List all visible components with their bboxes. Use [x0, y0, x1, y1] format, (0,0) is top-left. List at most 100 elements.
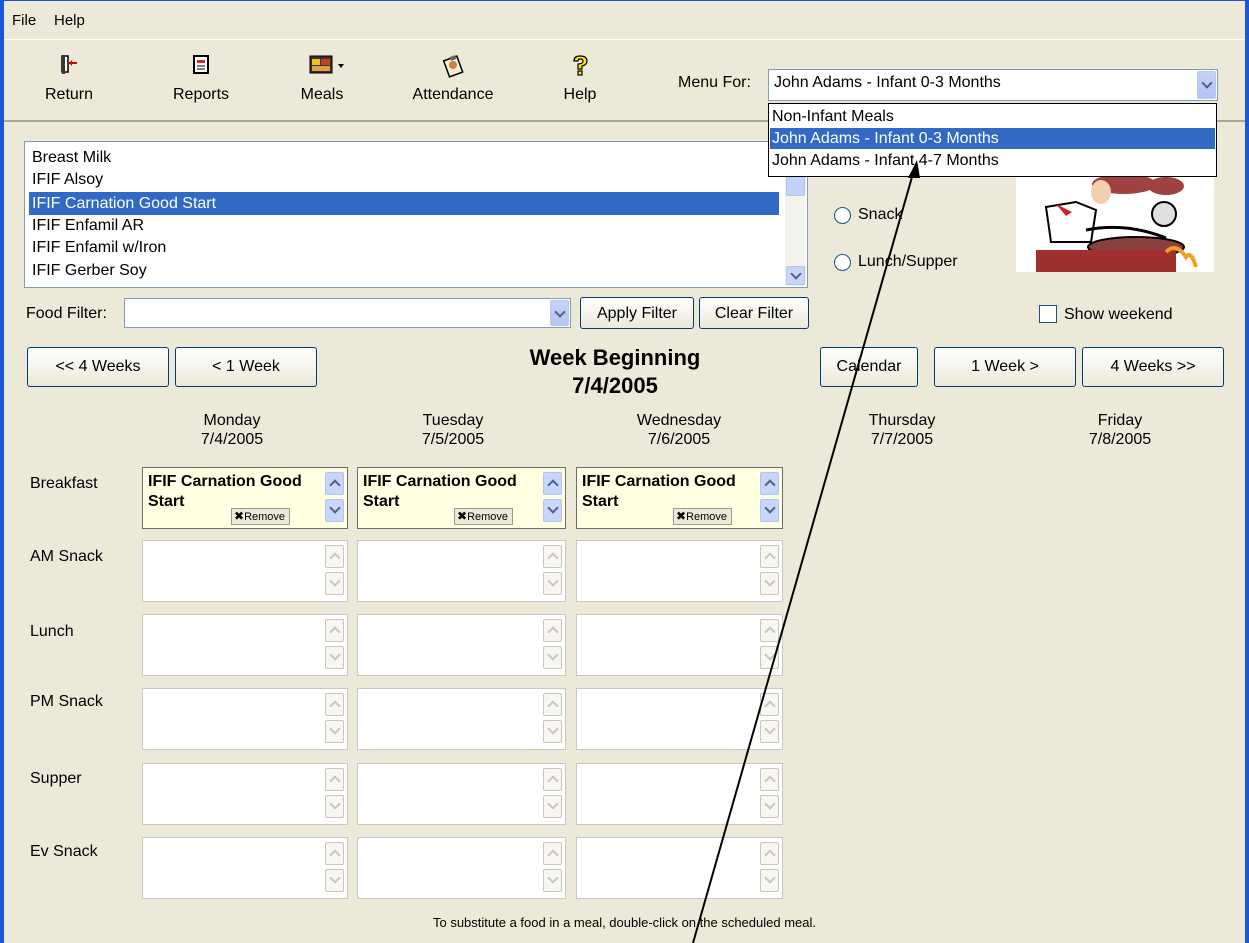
day-name: Monday [203, 412, 261, 429]
meals-button[interactable]: Meals [300, 54, 352, 104]
menu-help[interactable]: Help [54, 12, 85, 29]
chevron-down-icon[interactable] [543, 869, 562, 892]
meal-cell-lunch-mon[interactable] [142, 614, 348, 676]
chevron-down-icon[interactable] [760, 646, 779, 669]
menu-for-option[interactable]: Non-Infant Meals [770, 106, 1215, 127]
chevron-up-icon[interactable] [543, 619, 562, 642]
reports-button[interactable]: Reports [164, 54, 238, 104]
clear-filter-button[interactable]: Clear Filter [699, 297, 809, 329]
chevron-up-icon[interactable] [760, 768, 779, 791]
meal-cell-ev-snack-mon[interactable] [142, 837, 348, 899]
chevron-down-icon[interactable] [760, 869, 779, 892]
chevron-down-icon[interactable] [760, 499, 779, 522]
day-date: 7/4/2005 [200, 431, 264, 448]
radio-circle-icon[interactable] [834, 207, 851, 224]
list-item[interactable]: IFIF Gerber Soy [29, 259, 779, 282]
meal-cell-breakfast-tue[interactable]: IFIF Carnation Good Start ✖Remove [357, 467, 566, 529]
chevron-down-icon[interactable] [325, 646, 344, 669]
chevron-down-icon[interactable] [760, 572, 779, 595]
chevron-up-icon[interactable] [543, 472, 562, 495]
day-date: 7/8/2005 [1088, 431, 1152, 448]
chevron-up-icon[interactable] [543, 768, 562, 791]
chevron-down-icon[interactable] [325, 795, 344, 818]
chevron-down-icon[interactable] [325, 720, 344, 743]
chevron-up-icon[interactable] [760, 842, 779, 865]
day-date: 7/5/2005 [421, 431, 485, 448]
show-weekend-checkbox[interactable] [1039, 305, 1057, 323]
chevron-down-icon[interactable] [325, 869, 344, 892]
chevron-down-icon[interactable] [543, 795, 562, 818]
meal-cell-am-snack-wed[interactable] [576, 540, 783, 602]
calendar-button[interactable]: Calendar [820, 347, 918, 387]
menu-for-option[interactable]: John Adams - Infant 0-3 Months [770, 128, 1215, 149]
meal-cell-breakfast-wed[interactable]: IFIF Carnation Good Start ✖Remove [576, 467, 783, 529]
meal-cell-lunch-wed[interactable] [576, 614, 783, 676]
chevron-down-icon[interactable] [550, 300, 569, 326]
meal-cell-am-snack-mon[interactable] [142, 540, 348, 602]
list-item[interactable]: IFIF Enfamil AR [29, 214, 779, 237]
chevron-up-icon[interactable] [760, 693, 779, 716]
chevron-down-icon[interactable] [543, 720, 562, 743]
chevron-down-icon[interactable] [325, 572, 344, 595]
chevron-up-icon[interactable] [325, 472, 344, 495]
back-1-week-button[interactable]: < 1 Week [175, 347, 317, 387]
day-header-monday: Monday 7/4/2005 [132, 411, 332, 449]
back-4-weeks-button[interactable]: << 4 Weeks [27, 347, 169, 387]
chevron-up-icon[interactable] [325, 693, 344, 716]
return-button[interactable]: Return [42, 54, 96, 104]
meal-cell-ev-snack-tue[interactable] [357, 837, 566, 899]
list-item[interactable]: Breast Milk [29, 146, 779, 169]
food-list[interactable]: Breast Milk IFIF Alsoy IFIF Carnation Go… [24, 141, 808, 288]
forward-4-weeks-button[interactable]: 4 Weeks >> [1082, 347, 1224, 387]
chevron-up-icon[interactable] [325, 842, 344, 865]
chevron-up-icon[interactable] [543, 842, 562, 865]
menu-file[interactable]: File [12, 12, 36, 29]
chevron-up-icon[interactable] [760, 619, 779, 642]
chevron-up-icon[interactable] [325, 619, 344, 642]
apply-filter-button[interactable]: Apply Filter [580, 297, 694, 329]
menu-for-option[interactable]: John Adams - Infant 4-7 Months [770, 150, 1215, 171]
radio-snack[interactable]: Snack [834, 206, 974, 226]
chevron-down-icon[interactable] [543, 572, 562, 595]
meal-cell-supper-tue[interactable] [357, 763, 566, 825]
chevron-down-icon[interactable] [760, 795, 779, 818]
meal-cell-supper-wed[interactable] [576, 763, 783, 825]
scroll-down-icon[interactable] [786, 266, 805, 285]
attendance-button[interactable]: Attendance [398, 54, 508, 104]
chevron-up-icon[interactable] [543, 545, 562, 568]
meal-cell-am-snack-tue[interactable] [357, 540, 566, 602]
meal-cell-pm-snack-wed[interactable] [576, 688, 783, 750]
chevron-down-icon[interactable] [543, 499, 562, 522]
meal-cell-pm-snack-tue[interactable] [357, 688, 566, 750]
food-filter-combo[interactable] [124, 298, 571, 328]
meal-cell-breakfast-mon[interactable]: IFIF Carnation Good Start ✖Remove [142, 467, 348, 529]
radio-circle-icon[interactable] [834, 254, 851, 271]
radio-lunch-supper[interactable]: Lunch/Supper [834, 253, 994, 273]
remove-button[interactable]: ✖Remove [673, 508, 733, 525]
chevron-up-icon[interactable] [325, 545, 344, 568]
menu-for-select[interactable]: John Adams - Infant 0-3 Months [768, 69, 1218, 101]
chevron-down-icon[interactable] [325, 499, 344, 522]
remove-button[interactable]: ✖Remove [454, 508, 514, 525]
meal-cell-ev-snack-wed[interactable] [576, 837, 783, 899]
chevron-down-icon[interactable] [760, 720, 779, 743]
day-date: 7/7/2005 [870, 431, 934, 448]
close-icon: ✖ [234, 509, 245, 523]
meal-cell-pm-snack-mon[interactable] [142, 688, 348, 750]
meal-cell-supper-mon[interactable] [142, 763, 348, 825]
chevron-up-icon[interactable] [760, 472, 779, 495]
list-item[interactable]: IFIF Enfamil w/Iron [29, 236, 779, 259]
list-item[interactable]: IFIF Carnation Good Start [29, 192, 779, 215]
help-button[interactable]: Help [554, 54, 606, 104]
meal-cell-lunch-tue[interactable] [357, 614, 566, 676]
remove-button[interactable]: ✖Remove [231, 508, 291, 525]
chevron-down-icon[interactable] [1197, 71, 1216, 99]
chevron-up-icon[interactable] [543, 693, 562, 716]
forward-1-week-button[interactable]: 1 Week > [934, 347, 1076, 387]
day-date: 7/6/2005 [647, 431, 711, 448]
chevron-up-icon[interactable] [760, 545, 779, 568]
list-item[interactable]: IFIF Alsoy [29, 168, 779, 191]
chevron-up-icon[interactable] [325, 768, 344, 791]
return-label: Return [44, 86, 94, 103]
chevron-down-icon[interactable] [543, 646, 562, 669]
